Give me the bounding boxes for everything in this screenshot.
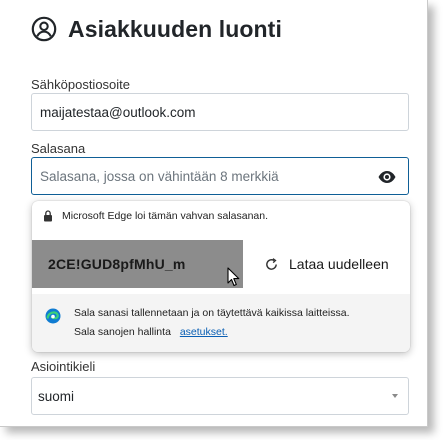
footer-text-prefix: Sala sanojen hallinta (74, 326, 171, 338)
edge-logo-icon (45, 308, 61, 324)
reload-label: Lataa uudelleen (289, 256, 389, 272)
settings-link[interactable]: asetukset. (180, 326, 228, 338)
language-label: Asiointikieli (31, 359, 96, 374)
page-frame: Asiakkuuden luonti Sähköpostiosoite Sala… (0, 0, 428, 427)
language-selected-value: suomi (38, 388, 75, 404)
password-label: Salasana (31, 141, 86, 156)
footer-text-line1: Sala sanasi tallennetaan ja on täytettäv… (74, 307, 350, 319)
footer-text-line2: Sala sanojen hallinta asetukset. (74, 326, 228, 338)
account-circle-icon (31, 16, 57, 42)
generated-password-option[interactable]: 2CE!GUD8pfMhU_m (32, 240, 243, 288)
page-header: Asiakkuuden luonti (31, 14, 282, 44)
language-select[interactable]: suomi (31, 377, 409, 415)
generated-password-text: 2CE!GUD8pfMhU_m (48, 256, 186, 272)
suggestion-note: Microsoft Edge loi tämän vahvan salasana… (43, 210, 268, 222)
lock-icon (44, 210, 52, 222)
email-field[interactable] (31, 93, 409, 131)
password-suggestion-popup: Microsoft Edge loi tämän vahvan salasana… (32, 201, 410, 352)
refresh-icon (266, 257, 277, 270)
password-field[interactable] (31, 157, 409, 195)
eye-icon[interactable] (377, 167, 397, 187)
suggestion-note-text: Microsoft Edge loi tämän vahvan salasana… (62, 210, 269, 222)
chevron-down-icon (392, 394, 398, 398)
page-title: Asiakkuuden luonti (68, 15, 282, 42)
mouse-cursor-icon (227, 267, 240, 287)
email-label: Sähköpostiosoite (31, 77, 131, 92)
suggestion-footer: Sala sanasi tallennetaan ja on täytettäv… (32, 294, 410, 352)
reload-button[interactable]: Lataa uudelleen (264, 240, 389, 288)
